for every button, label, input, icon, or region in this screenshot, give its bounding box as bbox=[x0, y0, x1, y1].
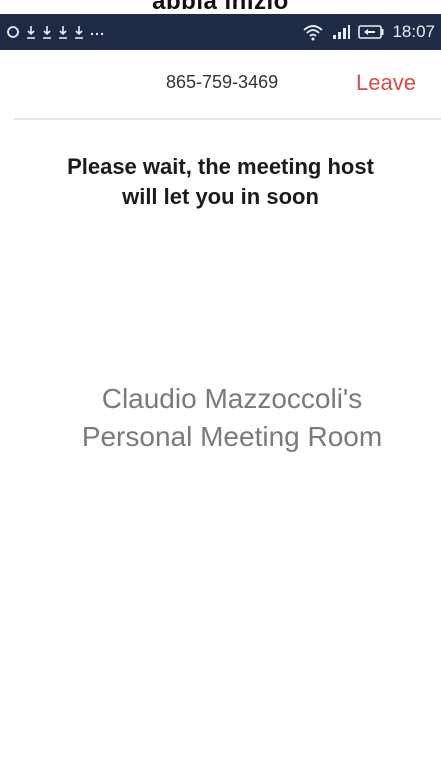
download-icon bbox=[74, 25, 84, 39]
status-bar-left bbox=[6, 25, 302, 39]
status-time: 18:07 bbox=[392, 22, 435, 41]
status-bar: 18:07 bbox=[0, 14, 441, 50]
status-bar-right: 18:07 bbox=[302, 22, 435, 42]
room-name-line-2: Personal Meeting Room bbox=[81, 421, 383, 452]
wait-message-line-1: Please wait, the meeting host bbox=[67, 154, 374, 179]
meeting-header: 865-759-3469 Leave bbox=[0, 50, 441, 118]
signal-icon bbox=[332, 24, 351, 40]
room-name-line-1: Claudio Mazzoccoli's bbox=[101, 383, 363, 414]
top-caption: abbia inizio bbox=[0, 0, 441, 10]
wait-message: Please wait, the meeting host will let y… bbox=[0, 152, 441, 212]
meeting-id: 865-759-3469 bbox=[166, 72, 279, 92]
location-icon bbox=[6, 25, 20, 39]
download-icon bbox=[58, 25, 68, 39]
header-divider bbox=[14, 118, 441, 120]
meeting-room-name: Claudio Mazzoccoli's Personal Meeting Ro… bbox=[0, 380, 441, 456]
download-icon bbox=[26, 25, 36, 39]
wifi-icon bbox=[302, 23, 324, 41]
leave-button[interactable]: Leave bbox=[356, 70, 416, 96]
wait-message-line-2: will let you in soon bbox=[122, 184, 319, 209]
download-icon bbox=[42, 25, 52, 39]
battery-icon bbox=[358, 24, 384, 40]
waiting-room-screen: abbia inizio bbox=[0, 0, 441, 778]
more-icon bbox=[90, 25, 104, 39]
